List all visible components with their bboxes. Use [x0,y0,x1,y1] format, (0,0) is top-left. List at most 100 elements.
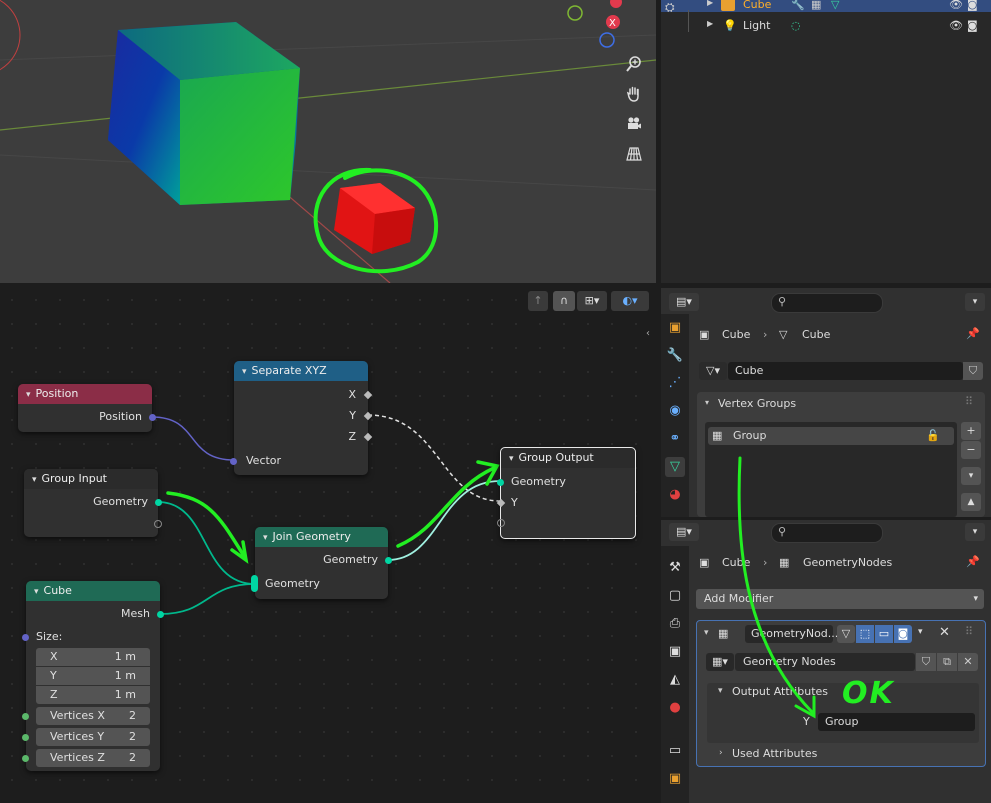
size-x-field[interactable]: X1 m [36,648,150,666]
search-input[interactable]: ⚲ [771,293,883,313]
socket-input[interactable] [230,458,237,465]
expand-icon[interactable]: ▶ [707,19,713,28]
node-join-geometry[interactable]: ▾ Join Geometry Geometry Geometry [251,527,392,599]
vertices-z-field[interactable]: Vertices Z2 [36,749,150,767]
fake-user-shield-icon[interactable]: ⛉ [963,362,983,380]
node-cube[interactable]: ▾ Cube Mesh Size: X1 m Y1 m Z1 m Vertices… [22,581,164,771]
node-group-name-field[interactable]: Geometry Nodes [735,653,915,671]
options-chevron-icon[interactable]: ▾ [965,293,985,311]
subpanel-chevron-icon[interactable]: › [719,748,723,758]
modifier-menu-chevron-icon[interactable]: ▾ [918,627,923,637]
drag-handle-icon[interactable]: ⠿ [965,625,973,638]
tab-object-icon[interactable]: ▣ [665,769,685,789]
lock-icon[interactable]: 🔓 [926,429,940,442]
vertex-group-menu-icon[interactable]: ▾ [961,467,981,485]
socket-multi-input[interactable] [251,575,258,592]
tab-modifier-icon[interactable]: 🔧 [665,346,685,366]
tab-particles-icon[interactable]: ⋰ [665,373,685,393]
realtime-display-icon[interactable]: ▭ [875,625,893,643]
node-separate-xyz[interactable]: ▾ Separate XYZ X Y Z Vector [230,361,373,475]
attribute-name-field[interactable]: Group [818,713,975,731]
mesh-browse-dropdown[interactable]: ▽▾ [699,362,727,380]
size-z-field[interactable]: Z1 m [36,686,150,704]
collapse-chevron-icon[interactable]: ▾ [32,475,37,485]
tab-render-icon[interactable]: ▢ [665,586,685,606]
tab-output-icon[interactable]: ⎙ [665,614,685,634]
socket-input[interactable] [22,734,29,741]
subpanel-chevron-icon[interactable]: ▾ [718,686,723,696]
collapse-chevron-icon[interactable]: ▾ [26,390,31,400]
expand-icon[interactable]: ▶ [707,0,713,7]
outliner-row-cube[interactable]: ▶ Cube 🔧 ▦ ▽ 👁 ◙ [661,0,991,15]
mesh-data-icon[interactable]: ▽ [831,0,839,11]
vertex-group-item[interactable]: ▦ Group 🔓 [708,427,954,445]
modifier-name-field[interactable]: GeometryNod... [745,625,838,643]
socket-output[interactable] [157,611,164,618]
tab-physics-icon[interactable]: ◉ [665,401,685,421]
node-group-output[interactable]: ▾ Group Output Geometry Y [496,447,636,539]
node-position[interactable]: ▾ Position Position [18,384,156,432]
socket-output[interactable] [385,557,392,564]
perspective-grid-icon[interactable] [622,142,646,166]
camera-icon[interactable] [622,112,646,136]
geometry-nodes-icon[interactable]: ▦ [811,0,821,11]
visibility-eye-icon[interactable]: 👁 [949,19,963,32]
collapse-chevron-icon[interactable]: ▾ [242,367,247,377]
node-group-browse-dropdown[interactable]: ▦▾ [706,653,734,671]
pin-icon[interactable]: 📌 [966,327,980,340]
vertices-y-field[interactable]: Vertices Y2 [36,728,150,746]
tab-scene-icon[interactable]: ◭ [665,670,685,690]
tab-world-icon[interactable]: ● [665,698,685,718]
properties-editor-modifiers[interactable]: ▤▾ ⚲ ▾ ⚒ ▢ ⎙ ▣ ◭ ● ▭ ▣ ▣ Cube › ▦ Geomet… [661,520,991,803]
mesh-name-field[interactable]: Cube [728,362,963,380]
tab-tool-icon[interactable]: ⚒ [665,558,685,578]
socket-input[interactable] [497,479,504,486]
collapse-chevron-icon[interactable]: ▾ [34,587,39,597]
vertex-group-list[interactable]: ▦ Group 🔓 [705,422,957,517]
remove-vertex-group-button[interactable]: − [961,441,981,459]
render-camera-icon[interactable]: ◙ [967,19,978,32]
size-y-field[interactable]: Y1 m [36,667,150,685]
panel-chevron-icon[interactable]: ▾ [704,628,709,638]
close-icon[interactable]: ✕ [939,625,950,640]
add-vertex-group-button[interactable]: + [961,422,981,440]
on-cage-icon[interactable]: ⬚ [856,625,874,643]
edit-mode-icon[interactable]: ▽ [837,625,855,643]
fake-user-shield-icon[interactable]: ⛉ [916,653,936,671]
node-editor[interactable]: ↑ ∩ ⊞▾ ◐▾ ‹ ▾ Position Position ▾ Separate… [0,288,656,803]
socket-empty[interactable] [497,519,505,527]
socket-empty[interactable] [154,520,162,528]
tab-object-data-icon[interactable]: ▽ [665,457,685,477]
zoom-icon[interactable] [622,52,646,76]
properties-editor-data[interactable]: ▤▾ ⚲ ▾ ▣ 🔧 ⋰ ◉ ⚭ ▽ ◕ ▣ Cube › ▽ Cube 📌 ▽… [661,288,991,517]
light-data-icon[interactable]: ◌ [791,19,801,32]
socket-output[interactable] [149,414,156,421]
move-up-icon[interactable]: ▲ [961,493,981,511]
tab-collection-icon[interactable]: ▭ [665,741,685,761]
socket-input[interactable] [22,634,29,641]
options-chevron-icon[interactable]: ▾ [965,523,985,541]
unlink-icon[interactable]: ✕ [958,653,978,671]
tab-view-layer-icon[interactable]: ▣ [665,642,685,662]
collapse-chevron-icon[interactable]: ▾ [509,454,514,464]
editor-type-dropdown[interactable]: ▤▾ [669,523,699,541]
duplicate-icon[interactable]: ⧉ [937,653,957,671]
tab-object-icon[interactable]: ▣ [665,318,685,338]
outliner-row-light[interactable]: ▶ 💡 Light ◌ 👁 ◙ [661,16,991,36]
outliner[interactable]: ⛭ ▶ Cube 🔧 ▦ ▽ 👁 ◙ ▶ 💡 Light ◌ 👁 ◙ [661,0,991,283]
pan-hand-icon[interactable] [622,82,646,106]
pin-icon[interactable]: 📌 [966,555,980,568]
3d-viewport[interactable]: X [0,0,656,283]
panel-chevron-icon[interactable]: ▾ [705,398,709,407]
vertices-x-field[interactable]: Vertices X2 [36,707,150,725]
node-group-input[interactable]: ▾ Group Input Geometry [24,469,162,537]
drag-handle-icon[interactable]: ⠿ [965,395,973,408]
socket-output[interactable] [155,499,162,506]
add-modifier-dropdown[interactable]: Add Modifier ▾ [696,589,984,609]
visibility-eye-icon[interactable]: 👁 [949,0,963,11]
render-camera-icon[interactable]: ◙ [967,0,978,11]
tab-constraints-icon[interactable]: ⚭ [665,429,685,449]
editor-type-dropdown[interactable]: ▤▾ [669,293,699,311]
socket-input[interactable] [22,755,29,762]
modifier-wrench-icon[interactable]: 🔧 [791,0,805,11]
